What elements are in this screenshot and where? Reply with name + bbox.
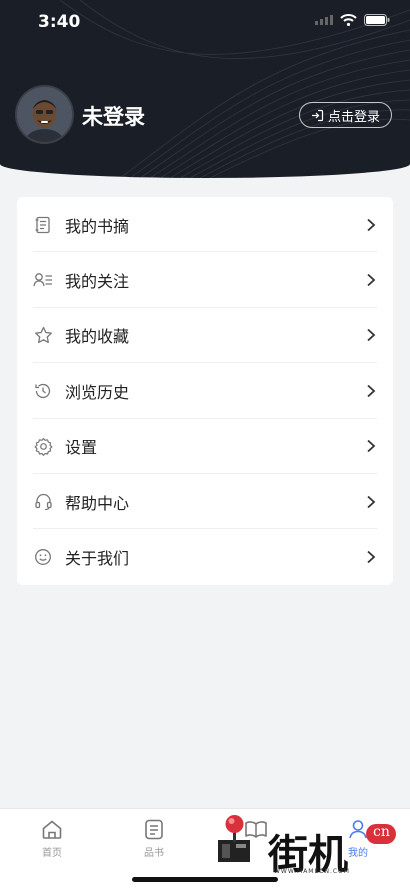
- follow-icon: [33, 270, 53, 290]
- signal-icon: [315, 15, 333, 25]
- chevron-right-icon: [367, 550, 376, 564]
- menu-item-label: 关于我们: [65, 549, 130, 569]
- tab-label: 品书: [144, 848, 164, 859]
- chevron-right-icon: [367, 384, 376, 398]
- status-time: 3:40: [38, 12, 81, 32]
- menu-item-label: 浏览历史: [65, 382, 130, 402]
- smiley-icon: [33, 547, 53, 567]
- chevron-right-icon: [367, 218, 376, 231]
- menu-item-following[interactable]: 我的关注: [17, 252, 393, 309]
- list-book-icon: [145, 819, 163, 840]
- status-icons: [315, 14, 390, 26]
- menu-card: 我的书摘 我的关注 我的收藏 浏览历史 设置 帮助中心 关于我们: [17, 197, 393, 585]
- menu-item-book-excerpts[interactable]: 我的书摘: [17, 197, 393, 253]
- watermark-badge: cn: [373, 824, 390, 840]
- menu-item-settings[interactable]: 设置: [17, 419, 393, 475]
- avatar-icon: [17, 87, 72, 142]
- menu-item-favorites[interactable]: 我的收藏: [17, 308, 393, 364]
- menu-item-history[interactable]: 浏览历史: [17, 363, 393, 419]
- gear-icon: [33, 436, 53, 456]
- menu-item-label: 我的书摘: [65, 216, 130, 236]
- watermark-url: WWW.MAMECN.COM: [274, 868, 350, 875]
- home-indicator: [132, 877, 278, 882]
- star-icon: [33, 325, 53, 345]
- menu-item-label: 我的关注: [65, 272, 130, 292]
- username: 未登录: [82, 105, 145, 129]
- battery-icon: [364, 14, 390, 26]
- menu-item-about-us[interactable]: 关于我们: [17, 529, 393, 584]
- chevron-right-icon: [367, 440, 376, 453]
- avatar[interactable]: [17, 87, 72, 142]
- home-icon: [42, 820, 62, 839]
- tab-label: 首页: [42, 848, 62, 859]
- login-button[interactable]: 点击登录: [299, 102, 392, 128]
- login-icon: [311, 109, 324, 121]
- tab-home[interactable]: 首页: [22, 819, 82, 859]
- login-button-label: 点击登录: [327, 109, 380, 125]
- history-icon: [33, 381, 53, 401]
- wifi-icon: [340, 14, 357, 26]
- menu-item-help-center[interactable]: 帮助中心: [17, 474, 393, 530]
- menu-item-label: 帮助中心: [65, 493, 130, 513]
- profile-header: 3:40 未登录 点击登录: [0, 0, 410, 178]
- book-excerpt-icon: [33, 215, 53, 235]
- menu-item-label: 我的收藏: [65, 327, 130, 347]
- chevron-right-icon: [367, 329, 376, 342]
- chevron-right-icon: [367, 495, 376, 508]
- headset-icon: [33, 492, 53, 512]
- chevron-right-icon: [367, 273, 376, 287]
- menu-item-label: 设置: [65, 438, 98, 458]
- tab-books[interactable]: 品书: [124, 819, 184, 859]
